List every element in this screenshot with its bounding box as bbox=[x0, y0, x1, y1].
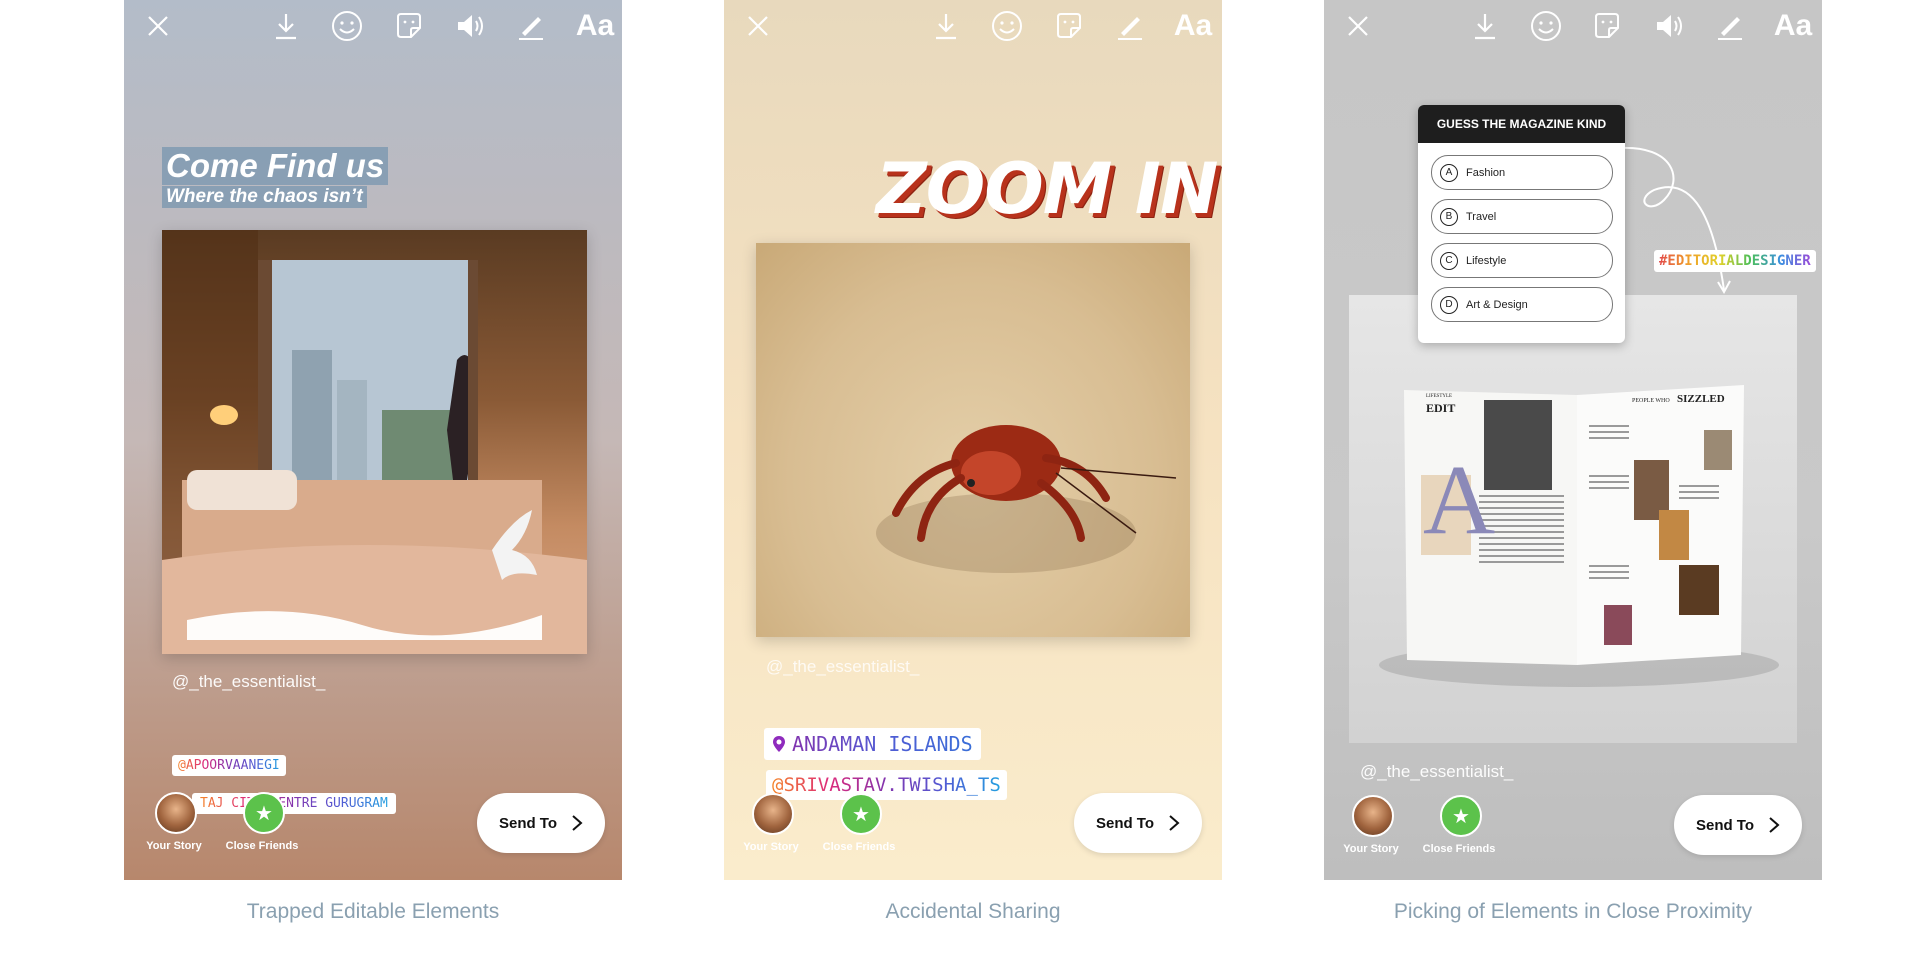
mention-text: @SRIVASTAV.TWISHA_TS bbox=[772, 774, 1001, 796]
draw-icon[interactable] bbox=[511, 6, 551, 46]
chevron-right-icon bbox=[1169, 815, 1180, 831]
caption-3: Picking of Elements in Close Proximity bbox=[1393, 900, 1753, 923]
doodle-arrow bbox=[1618, 146, 1731, 295]
your-story-label: Your Story bbox=[1343, 843, 1399, 855]
mention-sticker[interactable]: @APOORVAANEGI bbox=[172, 755, 286, 776]
close-icon[interactable] bbox=[1338, 6, 1378, 46]
close-friends-label: Close Friends bbox=[822, 841, 896, 853]
send-to-button[interactable]: Send To bbox=[1674, 795, 1802, 855]
hashtag-text: #EDITORIALDESIGNER bbox=[1659, 253, 1811, 269]
subtitle-text: Where the chaos isn’t bbox=[162, 186, 367, 208]
send-to-button[interactable]: Send To bbox=[477, 793, 605, 853]
hotel-room-illustration bbox=[162, 230, 587, 654]
username-handle: @_the_essentialist_ bbox=[766, 657, 920, 676]
send-to-label: Send To bbox=[498, 814, 558, 832]
hotel-room-photo[interactable] bbox=[162, 230, 587, 654]
hashtag-sticker[interactable]: #EDITORIALDESIGNER bbox=[1654, 250, 1816, 272]
face-effects-icon[interactable] bbox=[1526, 6, 1566, 46]
title-text: Come Find us bbox=[162, 147, 389, 185]
option-text: Travel bbox=[1466, 210, 1497, 223]
sticker-icon[interactable] bbox=[1049, 6, 1089, 46]
send-to-label: Send To bbox=[1095, 814, 1155, 832]
magazine-left-head: EDIT bbox=[1426, 401, 1456, 415]
close-friends-button[interactable]: ★ bbox=[840, 793, 882, 835]
option-text: Art & Design bbox=[1466, 298, 1528, 311]
download-icon[interactable] bbox=[1465, 6, 1505, 46]
poll-option-a[interactable]: A Fashion bbox=[1431, 155, 1613, 190]
option-letter: D bbox=[1440, 295, 1458, 314]
magazine-photo[interactable]: LIFESTYLE EDIT A PEOPLE WHO SIZZLED bbox=[1349, 295, 1797, 743]
close-friends-button[interactable]: ★ bbox=[243, 792, 285, 834]
close-icon[interactable] bbox=[138, 6, 178, 46]
send-to-button[interactable]: Send To bbox=[1074, 793, 1202, 853]
face-effects-icon[interactable] bbox=[987, 6, 1027, 46]
crab-illustration bbox=[876, 425, 1177, 573]
location-text: ANDAMAN ISLANDS bbox=[792, 732, 973, 756]
caption-1: Trapped Editable Elements bbox=[246, 900, 500, 923]
your-story-avatar[interactable] bbox=[155, 792, 197, 834]
text-icon[interactable]: Aa bbox=[1770, 6, 1816, 46]
magazine-left-kicker: LIFESTYLE bbox=[1426, 394, 1453, 399]
magazine-right-kicker: PEOPLE WHO bbox=[1632, 398, 1670, 404]
star-icon: ★ bbox=[1452, 805, 1470, 828]
sticker-icon[interactable] bbox=[1587, 6, 1627, 46]
story-toolbar: Aa bbox=[724, 0, 1222, 50]
option-text: Fashion bbox=[1466, 166, 1506, 179]
location-pin-icon bbox=[773, 736, 785, 752]
poll-option-d[interactable]: D Art & Design bbox=[1431, 287, 1613, 322]
caption-2: Accidental Sharing bbox=[885, 900, 1061, 923]
your-story-label: Your Story bbox=[743, 841, 799, 853]
story-toolbar: Aa bbox=[1324, 0, 1822, 50]
username-handle: @_the_essentialist_ bbox=[1360, 762, 1514, 781]
title-sticker[interactable]: Come Find us Where the chaos isn’t bbox=[162, 147, 389, 208]
sound-icon[interactable] bbox=[450, 6, 490, 46]
story-editor-panel-2: Aa ZOOM IN @_the_essentialist_ ANDAMAN I… bbox=[724, 0, 1222, 880]
poll-option-b[interactable]: B Travel bbox=[1431, 199, 1613, 234]
your-story-avatar[interactable] bbox=[752, 793, 794, 835]
sticker-icon[interactable] bbox=[389, 6, 429, 46]
location-sticker[interactable]: TAJ CITY CENTRE GURUGRAM bbox=[192, 793, 396, 814]
your-story-label: Your Story bbox=[146, 840, 202, 852]
text-icon[interactable]: Aa bbox=[572, 6, 618, 46]
poll-sticker[interactable]: GUESS THE MAGAZINE KIND A Fashion B Trav… bbox=[1418, 105, 1625, 343]
magazine-big-letter: A bbox=[1423, 444, 1496, 555]
poll-question: GUESS THE MAGAZINE KIND bbox=[1418, 105, 1625, 143]
location-sticker[interactable]: ANDAMAN ISLANDS bbox=[764, 728, 981, 760]
star-icon: ★ bbox=[852, 803, 870, 826]
your-story-avatar[interactable] bbox=[1352, 795, 1394, 837]
download-icon[interactable] bbox=[266, 6, 306, 46]
draw-icon[interactable] bbox=[1110, 6, 1150, 46]
chevron-right-icon bbox=[1769, 817, 1780, 833]
close-friends-label: Close Friends bbox=[225, 840, 299, 852]
option-letter: B bbox=[1440, 207, 1458, 226]
close-icon[interactable] bbox=[738, 6, 778, 46]
story-editor-panel-1: Aa Come Find us Where the chaos isn’t @_… bbox=[124, 0, 622, 880]
crab-on-sand-photo[interactable] bbox=[756, 243, 1190, 637]
option-letter: A bbox=[1440, 163, 1458, 182]
location-text: TAJ CITY CENTRE GURUGRAM bbox=[200, 796, 388, 811]
mention-text: @APOORVAANEGI bbox=[178, 758, 280, 773]
text-icon[interactable]: Aa bbox=[1170, 6, 1216, 46]
story-toolbar: Aa bbox=[124, 0, 622, 50]
username-handle: @_the_essentialist_ bbox=[172, 672, 326, 691]
download-icon[interactable] bbox=[926, 6, 966, 46]
zoom-in-title[interactable]: ZOOM IN bbox=[876, 148, 1218, 230]
close-friends-label: Close Friends bbox=[1422, 843, 1496, 855]
close-friends-button[interactable]: ★ bbox=[1440, 795, 1482, 837]
magazine-right-head: SIZZLED bbox=[1677, 393, 1725, 405]
open-magazine-illustration bbox=[1379, 385, 1779, 687]
chevron-right-icon bbox=[572, 815, 583, 831]
send-to-label: Send To bbox=[1695, 816, 1755, 834]
option-letter: C bbox=[1440, 251, 1458, 270]
draw-icon[interactable] bbox=[1710, 6, 1750, 46]
face-effects-icon[interactable] bbox=[327, 6, 367, 46]
option-text: Lifestyle bbox=[1466, 254, 1507, 267]
mention-sticker[interactable]: @SRIVASTAV.TWISHA_TS bbox=[766, 770, 1007, 800]
sound-icon[interactable] bbox=[1649, 6, 1689, 46]
star-icon: ★ bbox=[255, 802, 273, 825]
poll-option-c[interactable]: C Lifestyle bbox=[1431, 243, 1613, 278]
